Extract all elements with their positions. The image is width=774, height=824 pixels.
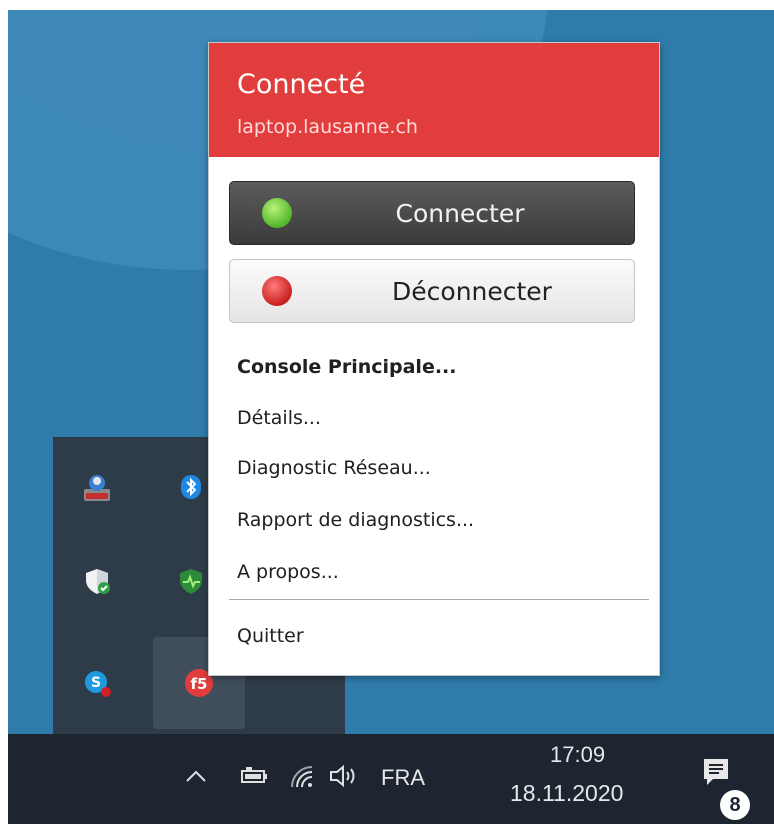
svg-text:S: S [91, 675, 101, 691]
vpn-status-popup: Connecté laptop.lausanne.ch Connecter Dé… [208, 42, 660, 676]
menu-separator [229, 599, 649, 600]
volume-icon[interactable] [324, 756, 364, 796]
notification-count-badge: 8 [720, 790, 750, 820]
connect-button-label: Connecter [395, 198, 525, 228]
health-monitor-icon[interactable] [171, 561, 211, 601]
network-admin-icon[interactable] [77, 467, 117, 507]
bluetooth-icon[interactable] [171, 467, 211, 507]
action-center-icon[interactable] [694, 750, 738, 794]
menu-item-network-diagnostic[interactable]: Diagnostic Réseau... [237, 453, 431, 483]
svg-text:f5: f5 [191, 675, 208, 693]
skype-icon[interactable]: S [77, 663, 117, 703]
battery-icon[interactable] [236, 756, 272, 796]
menu-item-quit[interactable]: Quitter [237, 621, 304, 651]
menu-item-diagnostic-report[interactable]: Rapport de diagnostics... [237, 505, 474, 535]
connection-hostname: laptop.lausanne.ch [237, 116, 418, 138]
menu-item-details[interactable]: Détails... [237, 403, 321, 433]
connection-status-title: Connecté [237, 69, 366, 100]
clock-date: 18.11.2020 [510, 780, 624, 806]
connection-status-header: Connecté laptop.lausanne.ch [209, 43, 659, 157]
connect-button[interactable]: Connecter [229, 181, 635, 245]
clock-time: 17:09 [550, 742, 606, 767]
windows-security-icon[interactable] [77, 561, 117, 601]
disconnect-button-label: Déconnecter [392, 276, 552, 306]
menu-item-main-console[interactable]: Console Principale... [237, 352, 456, 382]
menu-item-about[interactable]: A propos... [237, 557, 339, 587]
input-language-indicator[interactable]: FRA [372, 758, 434, 798]
power-icon [262, 198, 292, 228]
show-hidden-icons-chevron-up-icon[interactable] [180, 756, 212, 796]
disconnect-button[interactable]: Déconnecter [229, 259, 635, 323]
wifi-icon[interactable] [284, 756, 320, 796]
taskbar: FRA 17:09 18.11.2020 8 [8, 734, 774, 824]
power-icon [262, 276, 292, 306]
